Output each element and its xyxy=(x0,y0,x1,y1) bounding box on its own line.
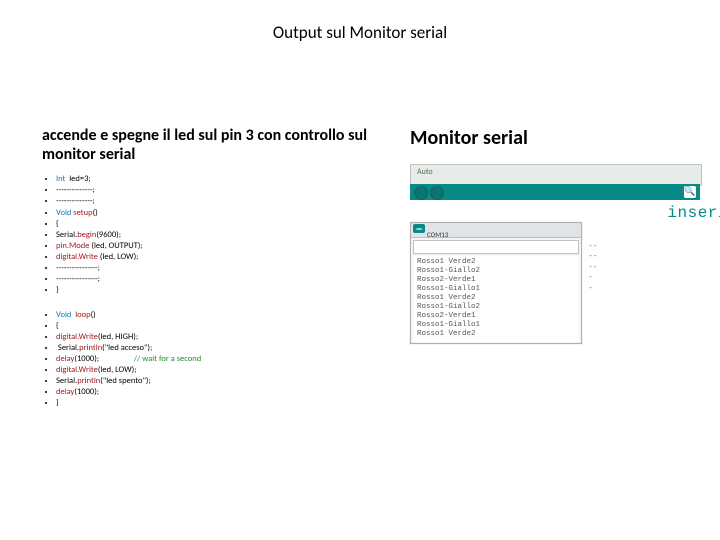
serial-line: Rosso1-Giallo2 xyxy=(417,267,575,276)
code-line: { xyxy=(56,321,392,332)
code-line: digital.Write(led, LOW); xyxy=(56,365,392,376)
upload-icon[interactable] xyxy=(430,186,444,200)
code-block-loop: Void loop(){digital.Write(led, HIGH); Se… xyxy=(42,310,392,409)
code-line: } xyxy=(56,398,392,409)
monitor-screenshot: Auto 🔍 inseri ∞ COM13 Rosso1 Verde2Rosso… xyxy=(410,164,700,344)
code-line: digital.Write (led, LOW); xyxy=(56,252,392,263)
serial-port-label: COM13 xyxy=(427,230,448,239)
gutter-line: -- xyxy=(588,242,598,252)
serial-line: Rosso1-Giallo1 xyxy=(417,285,575,294)
code-line: Serial.println("led spento"); xyxy=(56,376,392,387)
page-title: Output sul Monitor serial xyxy=(0,22,720,43)
code-line: Int led=3; xyxy=(56,174,392,185)
ide-titlebar: Auto xyxy=(410,164,702,186)
right-column: Monitor serial Auto 🔍 inseri ∞ COM13 Ros… xyxy=(410,126,700,344)
serial-badge-icon: ∞ xyxy=(413,224,425,233)
code-line: digital.Write(led, HIGH); xyxy=(56,332,392,343)
code-gutter: -------- xyxy=(588,242,598,294)
code-line: Void setup() xyxy=(56,208,392,219)
serial-line: Rosso1 Verde2 xyxy=(417,258,575,267)
serial-line: Rosso1 Verde2 xyxy=(417,294,575,303)
verify-icon[interactable] xyxy=(414,186,428,200)
ide-toolbar: 🔍 xyxy=(410,184,700,200)
serial-line: Rosso1-Giallo2 xyxy=(417,303,575,312)
serial-input[interactable] xyxy=(413,240,579,254)
ide-label: Auto xyxy=(417,167,433,177)
serial-output: Rosso1 Verde2Rosso1-Giallo2Rosso2-Verde1… xyxy=(413,256,579,342)
code-line: Serial.println("led acceso"); xyxy=(56,343,392,354)
gutter-line: -- xyxy=(588,252,598,262)
code-line: Void loop() xyxy=(56,310,392,321)
code-line: ----------------; xyxy=(56,274,392,285)
code-fragment: inseri xyxy=(667,204,720,222)
code-line: pin.Mode (led, OUTPUT); xyxy=(56,241,392,252)
code-block-setup: Int led=3;--------------;--------------;… xyxy=(42,174,392,296)
left-heading: accende e spegne il led sul pin 3 con co… xyxy=(42,126,392,164)
gutter-line: -- xyxy=(588,263,598,273)
left-column: accende e spegne il led sul pin 3 con co… xyxy=(42,126,392,409)
serial-line: Rosso2-Verde1 xyxy=(417,276,575,285)
serial-monitor-icon[interactable]: 🔍 xyxy=(684,186,696,198)
serial-window: ∞ COM13 Rosso1 Verde2Rosso1-Giallo2Rosso… xyxy=(410,222,582,344)
serial-line: Rosso1-Giallo1 xyxy=(417,321,575,330)
code-line: --------------; xyxy=(56,185,392,196)
serial-line: Rosso2-Verde1 xyxy=(417,312,575,321)
code-line: Serial.begin(9600); xyxy=(56,230,392,241)
gutter-line: - xyxy=(588,284,598,294)
code-line: ----------------; xyxy=(56,263,392,274)
code-line: { xyxy=(56,219,392,230)
serial-titlebar: ∞ COM13 xyxy=(411,223,581,238)
code-line: delay(1000); // wait for a second xyxy=(56,354,392,365)
code-line: delay(1000); xyxy=(56,387,392,398)
code-line: --------------; xyxy=(56,196,392,207)
serial-line: Rosso1 Verde2 xyxy=(417,330,575,339)
right-heading: Monitor serial xyxy=(410,126,700,150)
code-line: } xyxy=(56,285,392,296)
gutter-line: - xyxy=(588,273,598,283)
